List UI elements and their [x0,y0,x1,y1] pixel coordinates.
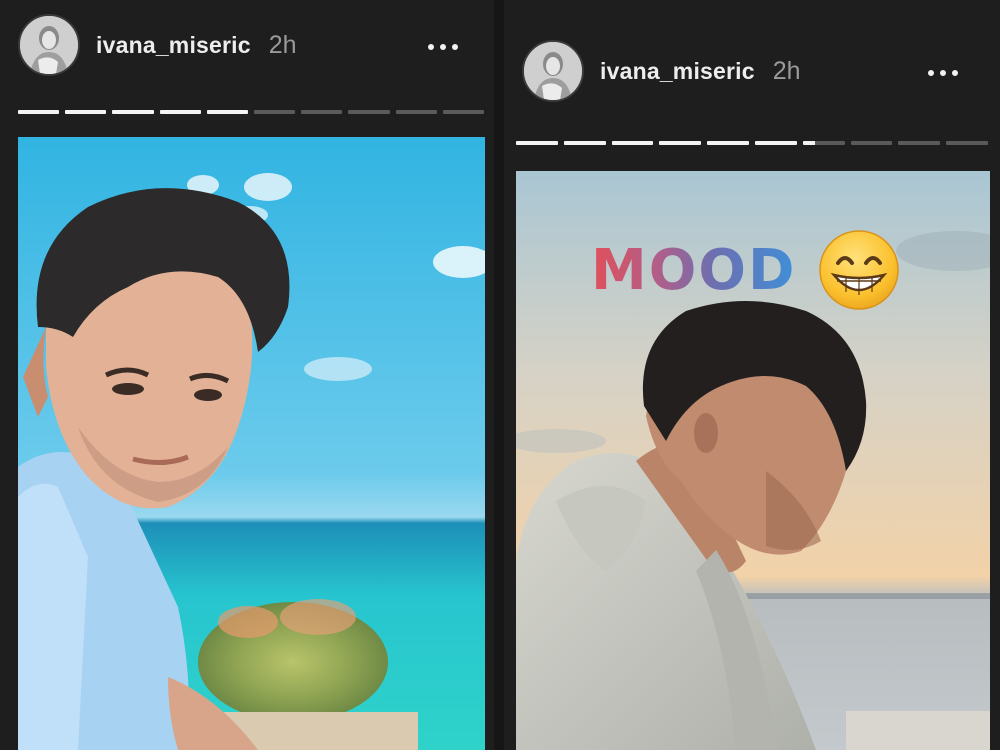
progress-segment-fill [18,110,60,114]
grinning-face-emoji [819,230,900,310]
progress-segment [112,110,154,114]
progress-segment-fill [659,141,702,145]
story-header: ivana_miseric 2h [18,14,297,76]
progress-segment-fill [611,141,654,145]
progress-segment-fill [563,141,606,145]
progress-segment [442,110,485,114]
timestamp: 2h [772,56,801,85]
progress-segment-fill [516,141,558,145]
mood-sticker[interactable]: MOOD [591,229,900,311]
story-photo[interactable] [18,137,485,750]
progress-segment-fill [206,110,249,114]
more-options-icon[interactable] [428,44,458,50]
progress-segment [850,141,893,145]
story-photo-image [18,137,485,750]
progress-segment-fill [754,141,797,145]
progress-bar [18,110,485,114]
progress-segment [802,141,845,145]
progress-segment [395,110,437,114]
progress-segment [159,110,201,114]
progress-segment-fill [802,141,816,145]
progress-segment [563,141,606,145]
more-options-icon[interactable] [928,70,958,76]
progress-segment [611,141,654,145]
timestamp: 2h [268,30,297,59]
progress-segment [707,141,749,145]
progress-segment [898,141,941,145]
progress-segment-fill [112,110,154,114]
progress-segment [18,110,60,114]
stories-viewer: ivana_miseric 2h ivana_miseric 2h MOOD [0,0,1000,750]
progress-segment [754,141,797,145]
story-card-2[interactable]: ivana_miseric 2h MOOD [504,0,1000,750]
avatar[interactable] [522,40,584,102]
progress-segment [516,141,558,145]
story-photo[interactable]: MOOD [516,171,990,750]
username[interactable]: ivana_miseric [600,58,755,85]
avatar[interactable] [18,14,80,76]
story-divider [494,0,504,750]
progress-segment [254,110,296,114]
progress-segment-fill [159,110,201,114]
progress-segment [659,141,702,145]
username[interactable]: ivana_miseric [96,32,251,59]
progress-segment [206,110,249,114]
progress-segment [65,110,107,114]
progress-segment-fill [707,141,749,145]
progress-bar [516,141,988,145]
mood-text: MOOD [591,237,797,303]
progress-segment [301,110,343,114]
progress-segment-fill [65,110,107,114]
story-card-1[interactable]: ivana_miseric 2h [0,0,494,750]
progress-segment [348,110,390,114]
progress-segment [946,141,988,145]
story-header: ivana_miseric 2h [522,40,801,102]
